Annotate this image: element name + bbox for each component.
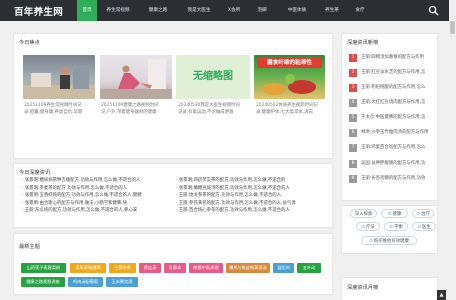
tag-cloud-item[interactable]: ⊙平衡 [384, 222, 408, 231]
topic-tag[interactable]: 益阳刘 [273, 263, 294, 273]
topic-tag[interactable]: 鸡肉汤配葡萄 [68, 277, 103, 287]
news-item[interactable]: · 王丽:百合炖心参苓的配方,功效与作用,怎么做,不适合的人 [176, 207, 326, 215]
tag-cloud-item[interactable]: ⊙疗法 [356, 222, 380, 231]
news-item[interactable]: · 张景明:橄糖豆豉汤的配方,功效与作用,怎么做,不适合的人 [176, 185, 326, 193]
scrollbar-thumb[interactable] [450, 21, 455, 34]
monthly-rank-title: 深度资讯月榜 [347, 285, 379, 291]
deep-news-title: 今日深度资讯 [19, 170, 51, 176]
yoga-photo-icon [100, 59, 172, 99]
site-logo[interactable]: 百年养生网 [14, 4, 63, 18]
back-to-top-icon[interactable]: ▲ [437, 290, 446, 300]
focus-thumb-1[interactable] [23, 55, 95, 99]
tag-icon: ⊙ [389, 225, 393, 230]
focus-caption-3[interactable]: 20240530我是大医生视频时间 记录,有氧运动,不论做成更跑 [178, 102, 252, 116]
nav-diet-therapy[interactable]: 食疗 [347, 0, 373, 21]
topic-tag[interactable]: 健康之路视频讲座 [21, 277, 65, 287]
nav-big-doctor[interactable]: 我是大医生 [177, 0, 221, 21]
main-nav: 首页 养生常视频 健康之路 我是大医生 X会所 泡脚 中医体质 养生茶 食疗 [77, 0, 373, 21]
topic-tag[interactable]: 眩晕中医调理 [189, 263, 223, 273]
tag-cloud-item[interactable]: 深入探索 [350, 209, 377, 218]
news-item[interactable]: · 王丽:东瓜炖的配方,功效与作用,怎么做,不适合的人,养心安 [22, 207, 170, 215]
news-item[interactable]: · 王丽:参芪黄芪的配方,功效与作用,怎么做,不适合的人,益气温 [176, 200, 326, 208]
deep-news-left-list: · 张景明:糖尿病管种吉顺配方 功效与作用,怎么做,不适合的人 · 张景明:参麦… [22, 177, 170, 215]
focus-title: 今日焦点 [19, 40, 40, 46]
monthly-rank-card: 深度资讯月榜 [341, 277, 438, 300]
rank-title: 深度资讯新榜 [347, 40, 379, 46]
tag-cloud-item[interactable]: ⊙治疗 [412, 209, 434, 218]
news-item[interactable]: · 张景明:五香虾炖的配方,功效与作用,怎么做,不适合的人,健脾 [22, 192, 170, 200]
news-item[interactable]: · 张景明:四药芡实茶的配方,功效与作用,怎么做,不适合的 [176, 177, 326, 185]
top-nav-bar: 百年养生网 首页 养生常视频 健康之路 我是大医生 X会所 泡脚 中医体质 养生… [0, 0, 456, 21]
deep-news-right-list: · 张景明:四药芡实茶的配方,功效与作用,怎么做,不适合的 · 张景明:橄糖豆豉… [176, 177, 326, 215]
tag-cloud-item[interactable]: ⊙医生 [412, 222, 436, 231]
topics-title: 最新主题 [19, 244, 40, 250]
topic-tag[interactable]: 玉米粥饮酒 [106, 277, 138, 287]
nav-tcm-constitution[interactable]: 中医体质 [277, 0, 317, 21]
topic-tag[interactable]: 五叶动 [297, 263, 321, 273]
tag-cloud-item[interactable]: ⊙购买维他有效健康 [361, 236, 417, 245]
nav-foot-bath[interactable]: 泡脚 [247, 0, 277, 21]
topic-tag[interactable]: 爆鸡与陈皮粉蒸蓉汤 [226, 263, 270, 273]
tag-icon: ⊙ [416, 212, 420, 217]
nav-health-tea[interactable]: 养生茶 [317, 0, 347, 21]
topic-tag[interactable]: 乳腺炎 [164, 263, 186, 273]
focus-caption-4[interactable]: 20240502体质养生视频时间记 录,健康护体,七大类常体,清白 [256, 102, 328, 116]
person-photo-icon [23, 65, 95, 99]
page-scrollbar[interactable] [449, 0, 456, 300]
search-icon[interactable] [428, 5, 439, 16]
nav-x-club[interactable]: X会所 [221, 0, 247, 21]
topic-tag[interactable]: 吴茱萸炖猪蹄 [70, 263, 106, 273]
nav-health-video[interactable]: 养生常视频 [97, 0, 139, 21]
focus-caption-2[interactable]: 20251109健康之路视频时间 记,户外,带着健身器材的健康 [101, 102, 173, 116]
news-item[interactable]: · 王丽:地龙参茶的配方,功效与作用,怎么做,不适合的人, [176, 192, 326, 200]
focus-thumb-2[interactable] [100, 55, 172, 99]
nav-home[interactable]: 首页 [77, 0, 97, 21]
news-item[interactable]: · 张景明:由合斯心的配方与作用,做法,小肠学和健脾,快 [22, 200, 170, 208]
focus-thumb-3[interactable]: 无缩略图 [176, 55, 250, 99]
news-item[interactable]: · 张景明:参麦茶的配方 功效与作用,怎么做,不适合的人 [22, 185, 170, 193]
tag-icon: ⊙ [417, 225, 421, 230]
nav-health-road[interactable]: 健康之路 [139, 0, 177, 21]
focus-caption-1[interactable]: 20251109养生常视频时间记 录,胆囊,健身康,养虚自仇,早期 [24, 102, 96, 116]
tag-icon: ⊙ [387, 212, 392, 217]
food-photo-icon [262, 74, 316, 95]
tag-icon: ⊙ [369, 239, 373, 244]
topic-tag[interactable]: 三黄粉煮 [109, 263, 136, 273]
focus-thumb-4[interactable]: 膳食纤维的粘滞性 [254, 55, 325, 99]
no-thumbnail-text: 无缩略图 [193, 71, 233, 82]
tag-icon: ⊙ [361, 225, 365, 230]
topic-tag[interactable]: 山药莲子麦蓉菜粉 [21, 263, 66, 273]
topic-tag[interactable]: 黄连汤 [139, 263, 161, 273]
tag-cloud-item[interactable]: ⊙健康 [381, 209, 408, 218]
news-item[interactable]: · 张景明:糖尿病管种吉顺配方 功效与作用,怎么做,不适合的人 [22, 177, 170, 185]
